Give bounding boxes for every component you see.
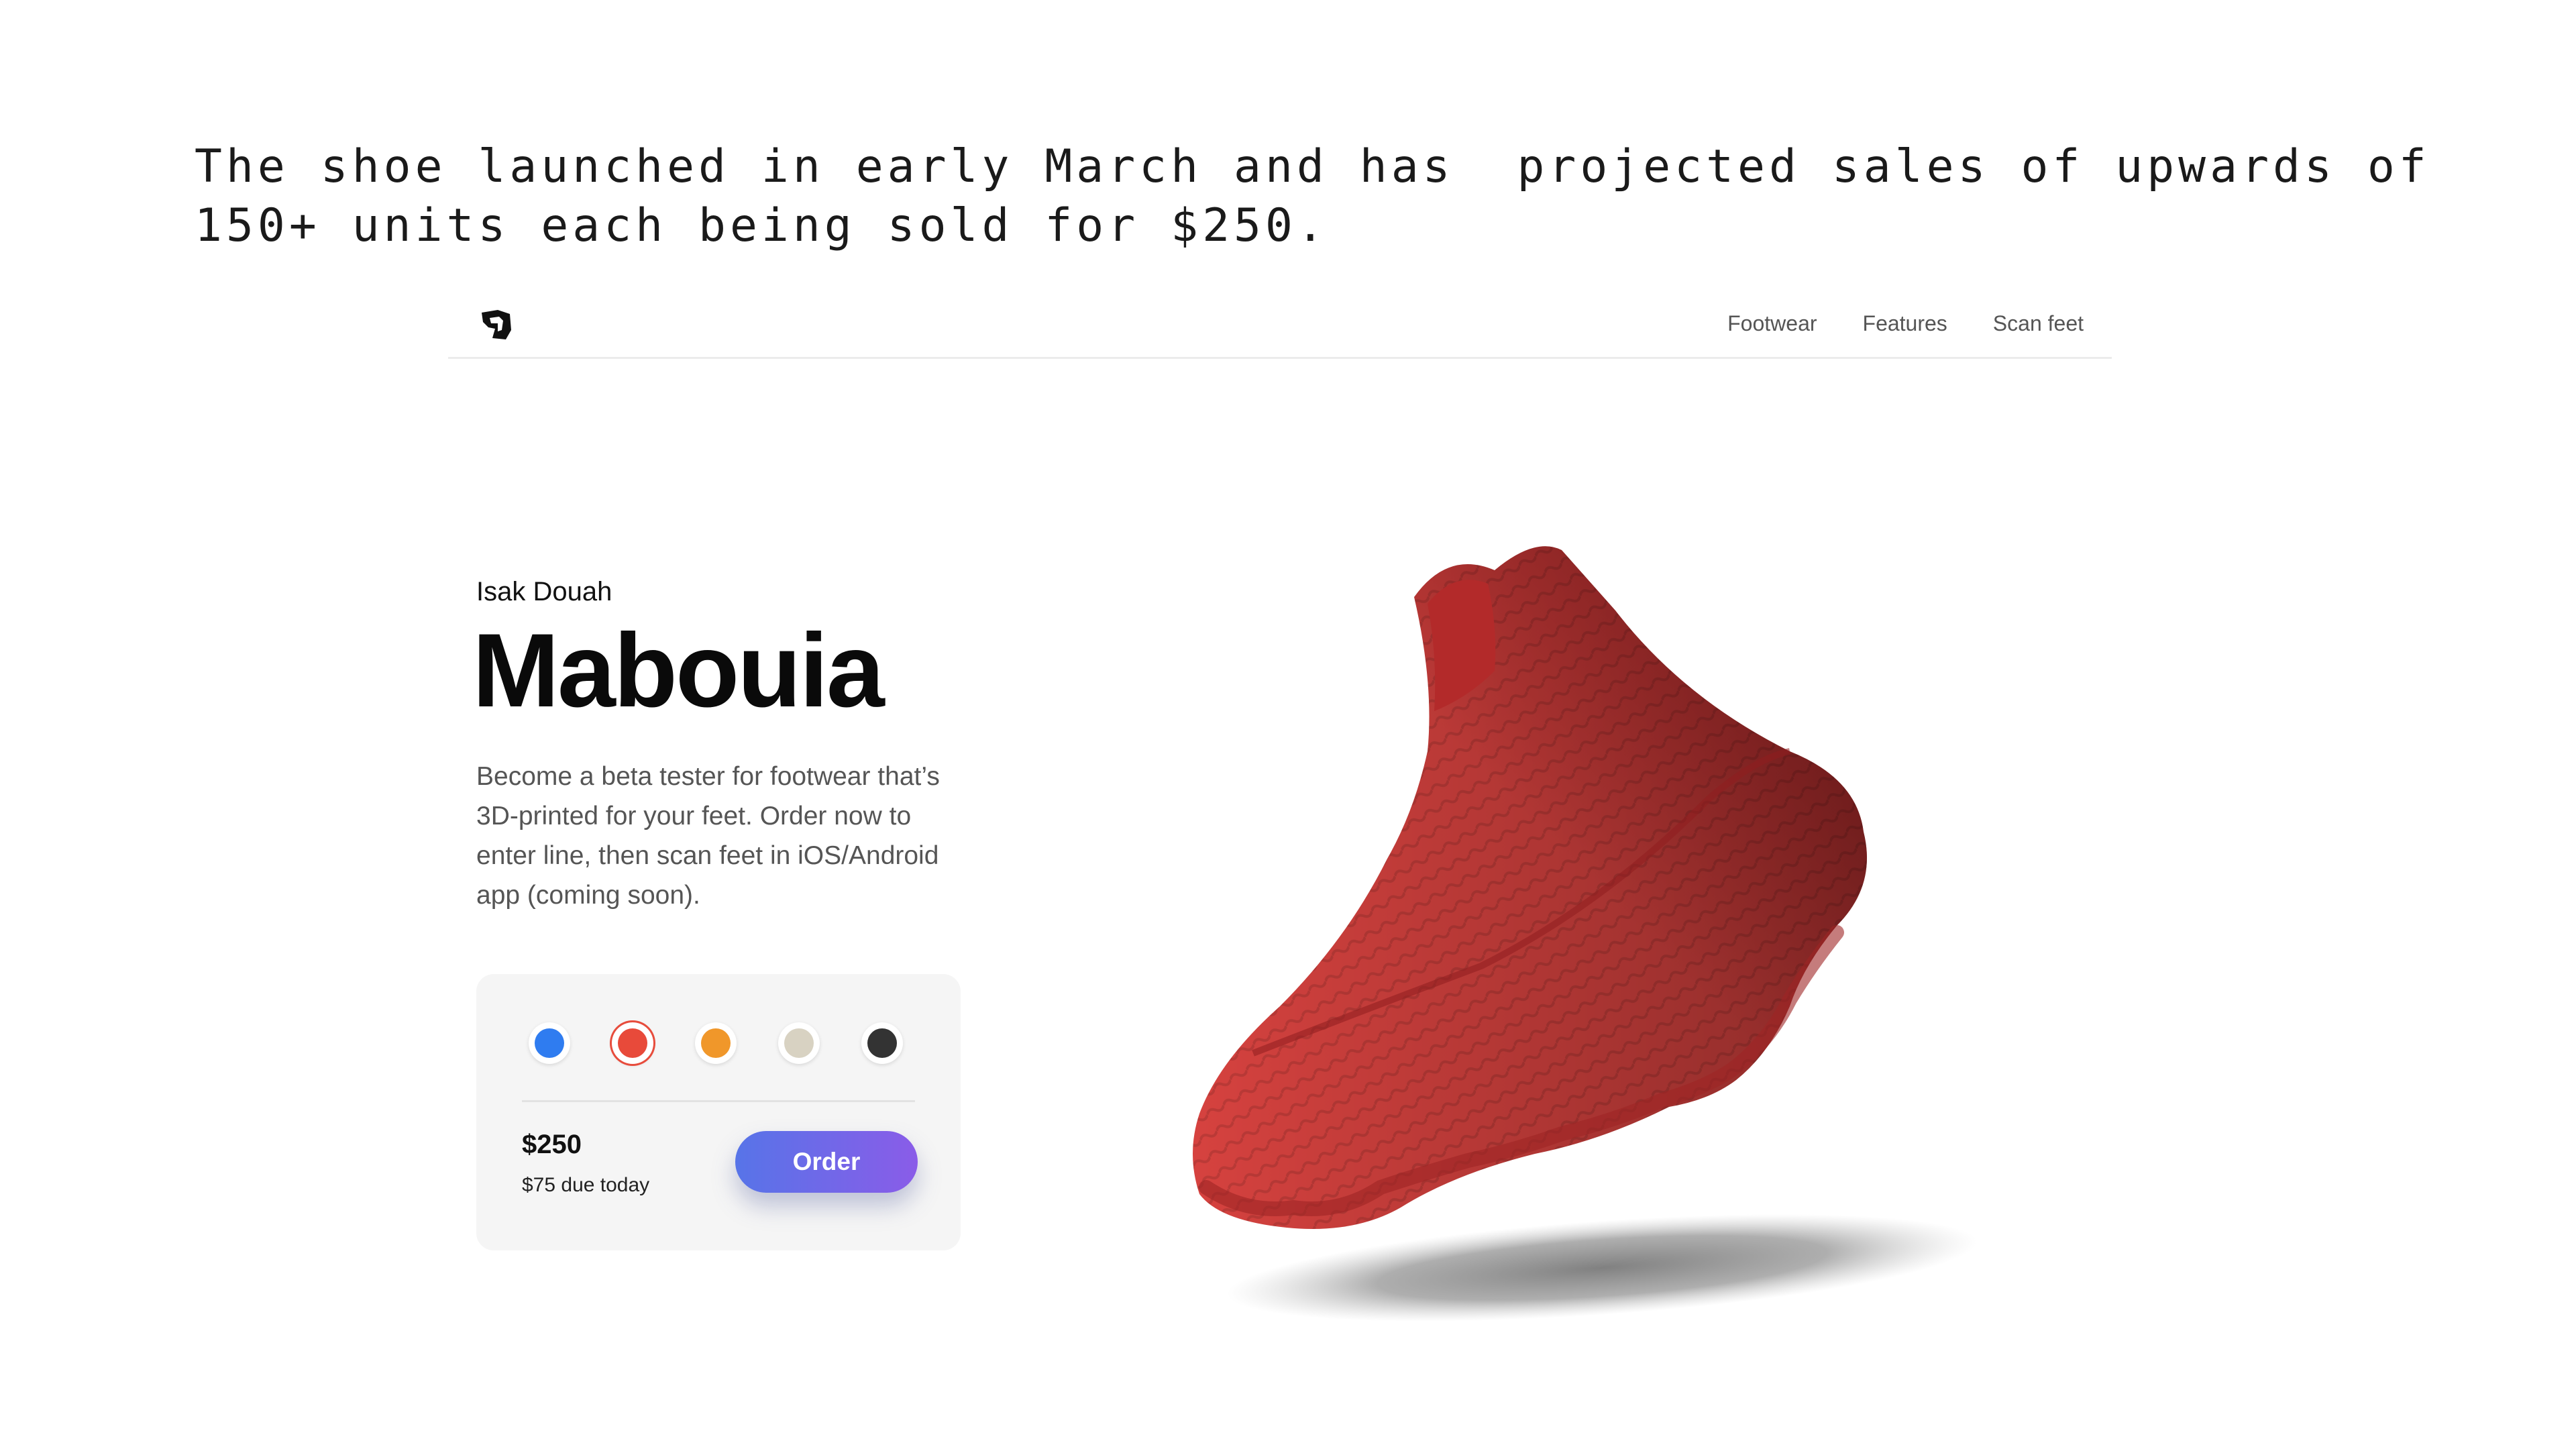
- color-swatch-orange[interactable]: [695, 1022, 737, 1064]
- website-mockup: Footwear Features Scan feet Isak Douah M…: [448, 295, 2112, 1368]
- shoe-product-image: [1193, 546, 1977, 1322]
- product-description: Become a beta tester for footwear that’s…: [476, 762, 940, 910]
- product-title: Mabouia: [472, 612, 885, 729]
- order-card: $250 $75 due today Order: [476, 974, 961, 1250]
- brand-logo-icon[interactable]: [475, 303, 518, 346]
- swatch-dot: [784, 1028, 814, 1058]
- nav-link-footwear[interactable]: Footwear: [1727, 309, 1817, 338]
- swatch-dot: [535, 1028, 564, 1058]
- nav-link-features[interactable]: Features: [1863, 309, 1947, 338]
- price: $250: [522, 1130, 582, 1159]
- color-swatch-blue[interactable]: [529, 1022, 570, 1064]
- color-swatches: [529, 1022, 903, 1064]
- order-button[interactable]: Order: [735, 1131, 918, 1193]
- due-today-amount: $75 due today: [522, 1174, 650, 1196]
- color-swatch-black[interactable]: [861, 1022, 903, 1064]
- annotation-caption: The shoe launched in early March and has…: [195, 140, 2462, 252]
- designer-name: Isak Douah: [476, 577, 612, 606]
- swatch-dot: [618, 1028, 647, 1058]
- color-swatch-beige[interactable]: [778, 1022, 820, 1064]
- swatch-dot: [867, 1028, 897, 1058]
- nav-link-scan-feet[interactable]: Scan feet: [1993, 309, 2084, 338]
- top-navbar: Footwear Features Scan feet: [448, 295, 2112, 359]
- nav-links: Footwear Features Scan feet: [1727, 309, 2084, 338]
- swatch-dot: [701, 1028, 731, 1058]
- color-swatch-red[interactable]: [612, 1022, 653, 1064]
- card-divider: [522, 1100, 915, 1102]
